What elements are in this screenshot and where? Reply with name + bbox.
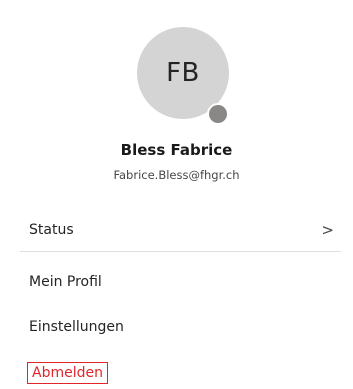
menu-item-status-label: Status [29, 222, 74, 238]
presence-status-icon [207, 103, 229, 125]
menu-item-settings[interactable]: Einstellungen [29, 314, 334, 340]
menu-divider [20, 251, 341, 252]
logout-button[interactable]: Abmelden [27, 362, 108, 384]
menu-item-my-profile[interactable]: Mein Profil [29, 269, 334, 295]
logout-label: Abmelden [32, 365, 103, 381]
menu-item-my-profile-label: Mein Profil [29, 274, 102, 290]
avatar-initials: FB [166, 58, 200, 88]
chevron-right-icon: > [321, 221, 334, 239]
user-name: Bless Fabrice [120, 141, 233, 159]
user-email: Fabrice.Bless@fhgr.ch [113, 168, 240, 182]
menu-item-settings-label: Einstellungen [29, 319, 124, 335]
menu-item-status[interactable]: Status > [29, 217, 334, 243]
